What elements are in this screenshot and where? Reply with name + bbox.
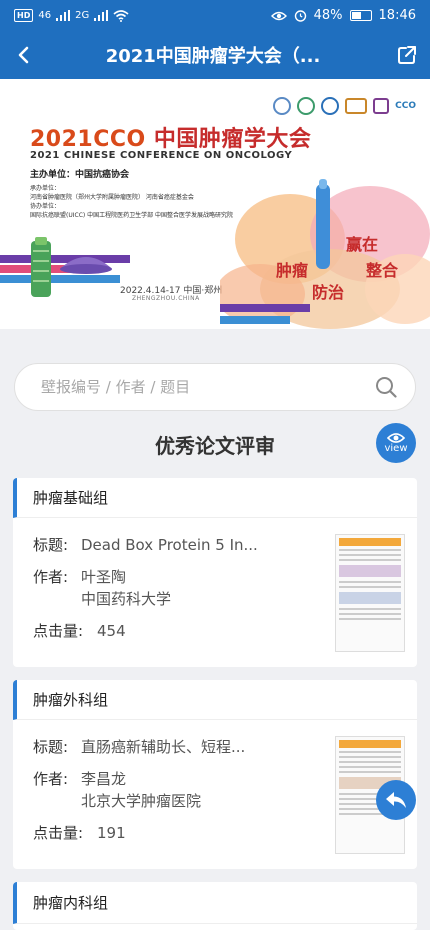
flower-graphic — [220, 179, 430, 329]
paper-card[interactable]: 肿瘤基础组 标题: Dead Box Protein 5 In... 作者: 叶… — [13, 478, 417, 667]
signal-2-label: 2G — [75, 10, 90, 21]
clock: 18:46 — [378, 8, 416, 23]
author-name: 李昌龙 — [81, 770, 127, 788]
back-arrow-icon — [18, 46, 29, 64]
sponsor-logos: CCO — [273, 97, 416, 115]
banner-co-label: 协办单位： — [30, 203, 61, 210]
click-count: 454 — [97, 622, 126, 640]
paper-card[interactable]: 肿瘤内科组 — [13, 882, 417, 930]
view-label: view — [384, 443, 408, 454]
share-icon — [398, 46, 416, 64]
sponsor-logo — [345, 98, 368, 114]
slogan-text: 赢在 — [346, 235, 379, 254]
sponsor-logo — [321, 97, 340, 115]
author-name: 叶圣陶 — [81, 568, 127, 586]
wifi-icon — [113, 9, 129, 22]
card-body: 标题: Dead Box Protein 5 In... 作者: 叶圣陶 中国药… — [13, 518, 417, 663]
title-key: 标题: — [33, 738, 69, 756]
signal-icon — [94, 10, 109, 21]
banner-city: ZHENGZHOU.CHINA — [132, 295, 200, 302]
sponsor-logo — [373, 98, 390, 114]
slogan-text: 防治 — [312, 283, 345, 302]
slogan-text: 整合 — [366, 261, 399, 280]
network-badge: HD — [14, 9, 34, 22]
banner-subtitle: 2021 CHINESE CONFERENCE ON ONCOLOGY — [30, 150, 293, 161]
title-key: 标题: — [33, 536, 69, 554]
card-category: 肿瘤内科组 — [13, 882, 417, 924]
status-bar: HD 46 2G 48% 18:46 — [0, 0, 430, 31]
banner-organizer-label: 承办单位： — [30, 185, 61, 192]
search-bar[interactable] — [14, 363, 416, 411]
sponsor-logo — [297, 97, 316, 115]
sponsor-logo — [273, 97, 292, 115]
poster-thumbnail[interactable] — [335, 534, 405, 652]
reply-arrow-icon — [386, 792, 406, 808]
banner-co-organizer: 国际抗癌联盟(UICC) 中国工程院医药卫生学部 中国整合医学发展战略研究院 — [30, 212, 234, 219]
card-category: 肿瘤基础组 — [13, 478, 417, 518]
nav-bar: 2021中国肿瘤学大会（... — [0, 31, 430, 79]
author-key: 作者: — [33, 568, 69, 586]
clicks-key: 点击量: — [33, 622, 84, 640]
author-institution: 中国药科大学 — [81, 590, 172, 608]
section-title: 优秀论文评审 — [155, 434, 275, 458]
paper-title: 直肠癌新辅助长、短程... — [81, 738, 246, 756]
banner-title: 2021CCO 中国肿瘤学大会 — [30, 127, 312, 152]
cco-logo: CCO — [395, 101, 416, 111]
click-count: 191 — [97, 824, 126, 842]
decor-stripe — [0, 275, 120, 283]
share-button[interactable] — [384, 31, 430, 79]
signal-1-label: 46 — [38, 10, 52, 21]
purple-disc-graphic — [60, 257, 112, 274]
alarm-icon — [294, 10, 306, 22]
view-button[interactable]: view — [376, 423, 416, 463]
green-tower-graphic — [31, 237, 51, 297]
author-key: 作者: — [33, 770, 69, 788]
card-body: 标题: 直肠癌新辅助长、短程... 作者: 李昌龙 北京大学肿瘤医院 点击量: … — [13, 720, 417, 865]
back-button[interactable] — [0, 31, 46, 79]
paper-title: Dead Box Protein 5 In... — [81, 536, 258, 554]
clicks-key: 点击量: — [33, 824, 84, 842]
eye-icon — [270, 11, 287, 20]
search-icon[interactable] — [375, 376, 397, 398]
banner-host: 主办单位：中国抗癌协会 — [30, 170, 130, 180]
banner-organizer: 河南省肿瘤医院（郑州大学附属肿瘤医院） 河南省癌症基金会 — [30, 194, 194, 201]
page-title: 2021中国肿瘤学大会（... — [105, 46, 321, 67]
paper-card[interactable]: 肿瘤外科组 标题: 直肠癌新辅助长、短程... 作者: 李昌龙 北京大学肿瘤医院… — [13, 680, 417, 869]
battery-icon — [349, 10, 372, 21]
card-category: 肿瘤外科组 — [13, 680, 417, 720]
author-institution: 北京大学肿瘤医院 — [81, 792, 202, 810]
return-button[interactable] — [376, 780, 416, 820]
battery-percent: 48% — [313, 8, 343, 23]
signal-icon — [56, 10, 71, 21]
conference-banner: CCO 2021CCO 中国肿瘤学大会 2021 CHINESE CONFERE… — [0, 79, 430, 329]
search-input[interactable] — [41, 378, 375, 396]
slogan-text: 肿瘤 — [276, 261, 309, 280]
